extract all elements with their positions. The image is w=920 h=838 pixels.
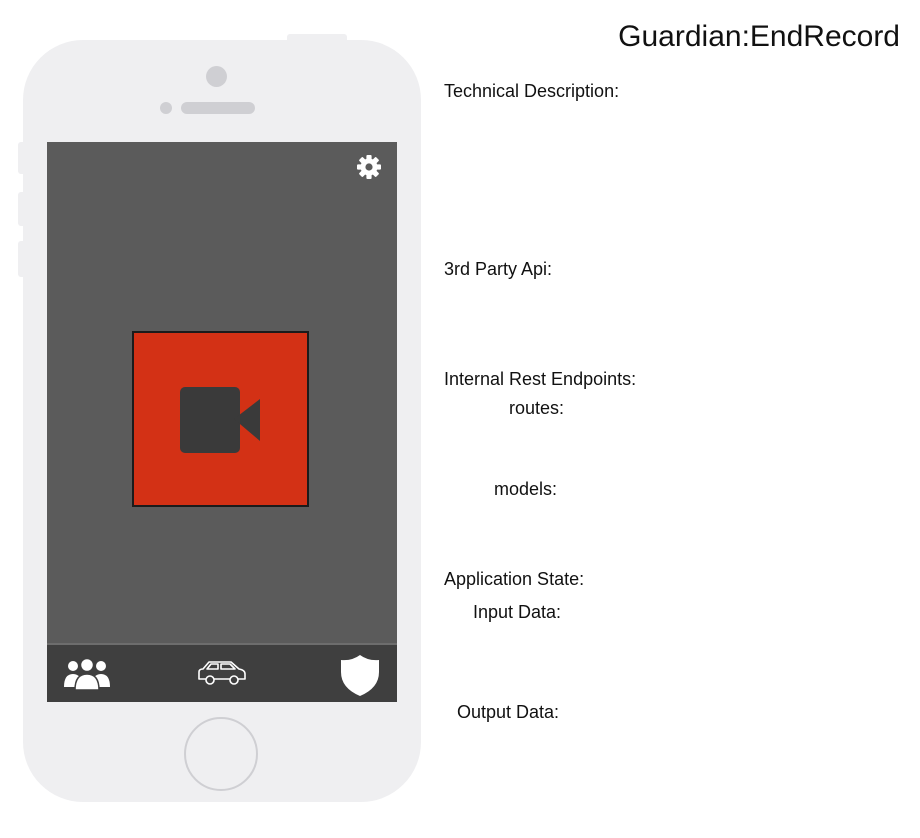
- third-party-api-label: 3rd Party Api:: [444, 259, 553, 279]
- gear-icon[interactable]: [356, 154, 382, 180]
- technical-description-label: Technical Description:: [444, 81, 620, 101]
- bottom-tab-bar: [47, 643, 397, 702]
- tab-people[interactable]: [57, 645, 117, 702]
- tab-shield[interactable]: [330, 645, 390, 702]
- tab-car[interactable]: [192, 645, 252, 702]
- people-icon: [64, 657, 110, 691]
- proximity-sensor: [160, 102, 172, 114]
- home-button[interactable]: [184, 717, 258, 791]
- front-camera: [206, 66, 227, 87]
- routes-label: routes:: [509, 398, 565, 418]
- car-icon: [198, 661, 246, 685]
- video-camera-icon: [180, 387, 260, 453]
- page-title: Guardian:EndRecord: [618, 20, 900, 53]
- shield-icon: [341, 655, 379, 696]
- internal-rest-endpoints-label: Internal Rest Endpoints:: [444, 369, 637, 389]
- output-data-label: Output Data:: [457, 702, 560, 722]
- earpiece-speaker: [181, 102, 255, 114]
- input-data-label: Input Data:: [473, 602, 562, 622]
- application-state-label: Application State:: [444, 569, 585, 589]
- models-label: models:: [494, 479, 558, 499]
- app-screen: [47, 142, 397, 702]
- end-record-button[interactable]: [132, 331, 309, 507]
